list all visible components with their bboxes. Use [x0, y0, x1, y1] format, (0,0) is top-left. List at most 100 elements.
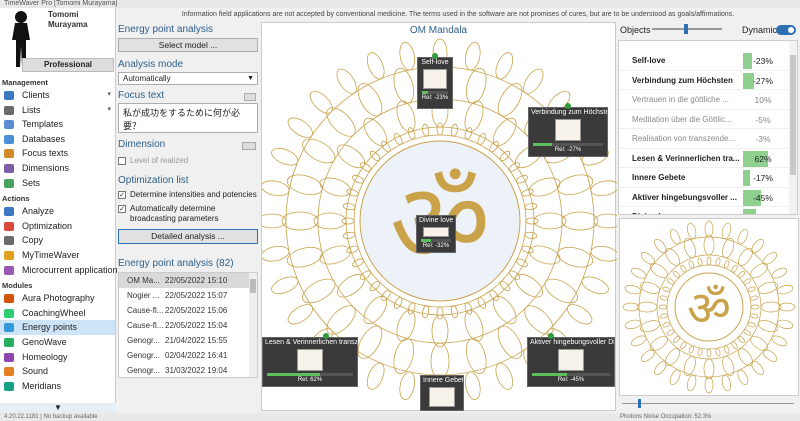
table-row[interactable]: Cause-fl... 22/05/2022 15:04: [119, 318, 257, 333]
profile-first-name: Tomomi: [48, 10, 79, 19]
chevron-down-icon[interactable]: ▾: [107, 88, 111, 103]
list-item[interactable]: Innere Gebete -17%: [619, 168, 797, 188]
sidebar-item-clients[interactable]: Clients ▾: [0, 88, 115, 103]
table-row[interactable]: Nogier ... 22/05/2022 15:07: [119, 288, 257, 303]
table-row[interactable]: Genogr... 21/04/2022 15:55: [119, 333, 257, 348]
node-handle-icon: [565, 103, 571, 109]
sidebar-item-energy-points[interactable]: Energy points: [0, 320, 115, 335]
table-row[interactable]: Genogr... 31/03/2022 19:04: [119, 363, 257, 377]
status-version: 4.20.22.1181 | No backup available: [4, 414, 98, 420]
profile-last-name: Murayama: [48, 20, 88, 29]
sidebar-item-genowave[interactable]: GenoWave: [0, 335, 115, 350]
intensities-checkbox[interactable]: ✓: [118, 191, 126, 199]
list-item[interactable]: Divine love -32%: [619, 207, 797, 214]
node-rel: Rel: -23%: [421, 95, 449, 101]
dimension-edit-icon[interactable]: [242, 142, 256, 150]
sidebar-item-label: Meridians: [22, 380, 62, 391]
mandala-canvas[interactable]: OM Mandala ॐ Self-love Rel: -23% Verbind…: [261, 22, 617, 411]
node-lesen[interactable]: Lesen & Verinnerlichen transzende... Rel…: [262, 333, 358, 387]
window-title: TimeWaver Pro [Tomomi Murayama]: [0, 0, 800, 8]
focus-text-list-icon[interactable]: [244, 93, 256, 101]
node-handle-icon: [548, 333, 554, 339]
value-text: -27%: [753, 75, 773, 86]
sidebar-item-lists[interactable]: Lists ▾: [0, 103, 115, 118]
sidebar-scroll-down-button[interactable]: ▼: [0, 403, 116, 413]
node-label: Divine love: [419, 217, 454, 224]
sidebar-item-focus-texts[interactable]: Focus texts: [0, 146, 115, 161]
sidebar-item-coachingwheel[interactable]: CoachingWheel: [0, 306, 115, 321]
sidebar-item-label: Analyze: [22, 206, 55, 217]
edition-button[interactable]: Professional: [22, 58, 114, 72]
energy-analysis-title: Energy point analysis: [118, 24, 214, 35]
table-scrollbar[interactable]: [249, 273, 257, 377]
sidebar-item-aura-photography[interactable]: Aura Photography: [0, 291, 115, 306]
list-item[interactable]: Self-love -23%: [619, 51, 797, 71]
value-bar: [743, 170, 750, 186]
dimension-checkbox[interactable]: [118, 157, 126, 165]
sidebar-item-templates[interactable]: Templates: [0, 117, 115, 132]
sidebar-item-mytimewaver[interactable]: MyTimeWaver: [0, 248, 115, 263]
node-rel: Rel: 62%: [297, 377, 323, 383]
table-row[interactable]: OM Ma... 22/05/2022 15:10: [119, 273, 257, 288]
node-thumbnail: [558, 349, 584, 371]
list-item[interactable]: Verbindung zum Höchsten -27%: [619, 71, 797, 90]
node-label: Innere Gebete: [423, 377, 463, 384]
sidebar-item-label: Focus texts: [22, 148, 69, 159]
broadcasting-checkbox-row[interactable]: ✓ Automatically determine broadcasting p…: [118, 204, 258, 224]
table-row[interactable]: Genogr... 02/04/2022 16:41: [119, 348, 257, 363]
analysis-mode-title: Analysis mode: [118, 59, 184, 70]
profile: Tomomi Murayama Professional: [0, 8, 115, 74]
status-occupation: Photons Noise Occupation: 52.3%: [620, 414, 712, 420]
broadcasting-checkbox[interactable]: ✓: [118, 205, 126, 213]
row-date: 02/04/2022 16:41: [165, 351, 228, 360]
objects-slider-thumb[interactable]: [684, 24, 688, 34]
analysis-mode-select[interactable]: Automatically ▼: [118, 72, 258, 85]
list-item-label: Verbindung zum Höchsten: [632, 75, 733, 85]
analysis-table: OM Ma... 22/05/2022 15:10 Nogier ... 22/05/…: [118, 272, 258, 378]
list-item[interactable]: Aktiver hingebungsvoller ... -45%: [619, 188, 797, 207]
list-item[interactable]: Lesen & Verinnerlichen tra... 62%: [619, 149, 797, 168]
sidebar-item-homeology[interactable]: Homeology: [0, 350, 115, 365]
select-model-button[interactable]: Select model ...: [118, 38, 258, 52]
sidebar-item-sets[interactable]: Sets: [0, 176, 115, 191]
table-row[interactable]: Cause-fl... 22/05/2022 15:06: [119, 303, 257, 318]
sidebar-item-optimization[interactable]: Optimization: [0, 219, 115, 234]
list-item[interactable]: Meditation über die Göttlic... -5%: [619, 110, 797, 129]
energy-points-icon: [4, 323, 14, 333]
microcurrent-icon: [4, 265, 14, 275]
node-divine-love[interactable]: Divine love Rel: -32%: [416, 215, 456, 253]
node-aktiver[interactable]: Aktiver hingebungsvoller Dien Rel: -45%: [527, 333, 615, 387]
sidebar-item-meridians[interactable]: Meridians: [0, 379, 115, 394]
node-verbindung[interactable]: Verbindung zum Höchsten Rel: -27%: [528, 103, 608, 157]
sidebar-item-copy[interactable]: Copy: [0, 233, 115, 248]
sidebar-item-microcurrent-application[interactable]: Microcurrent application: [0, 263, 118, 278]
sidebar-item-databases[interactable]: Databases: [0, 132, 115, 147]
node-self-love[interactable]: Self-love Rel: -23%: [417, 53, 453, 109]
detailed-analysis-button[interactable]: Detailed analysis ...: [118, 229, 258, 244]
list-item[interactable]: Vertrauen in die göttliche ... 10%: [619, 90, 797, 110]
value-text: -23%: [753, 56, 773, 66]
sidebar-item-dimensions[interactable]: Dimensions: [0, 161, 115, 176]
list-item-label: Realisation von transzende...: [632, 134, 736, 143]
dimension-title: Dimension: [118, 139, 166, 150]
analysis-mode-value: Automatically: [123, 74, 171, 83]
node-bar: [422, 91, 448, 94]
list-item[interactable]: Realisation von transzende... -3%: [619, 129, 797, 149]
bottom-slider[interactable]: [618, 398, 798, 410]
chevron-down-icon[interactable]: ▾: [107, 103, 111, 118]
meridians-icon: [4, 381, 14, 391]
list-item-value: -45%: [743, 189, 783, 206]
focus-text-input[interactable]: 私が成功をするために何が必要？: [118, 103, 258, 133]
intensities-checkbox-row[interactable]: ✓ Determine intensities and potencies: [118, 190, 258, 200]
sidebar-item-sound[interactable]: Sound: [0, 364, 115, 379]
value-text: -3%: [755, 134, 771, 144]
management-section-title: Management: [2, 78, 48, 87]
node-bar: [421, 239, 451, 242]
node-innere-gebete[interactable]: Innere Gebete: [420, 375, 464, 411]
dynamic-label: Dynamic: [742, 25, 778, 35]
dynamic-toggle[interactable]: [776, 25, 796, 35]
list-scrollbar[interactable]: [789, 41, 797, 214]
sidebar-item-analyze[interactable]: Analyze: [0, 204, 115, 219]
row-name: Genogr...: [127, 336, 160, 345]
dimension-checkbox-row[interactable]: Level of realized: [118, 156, 258, 166]
